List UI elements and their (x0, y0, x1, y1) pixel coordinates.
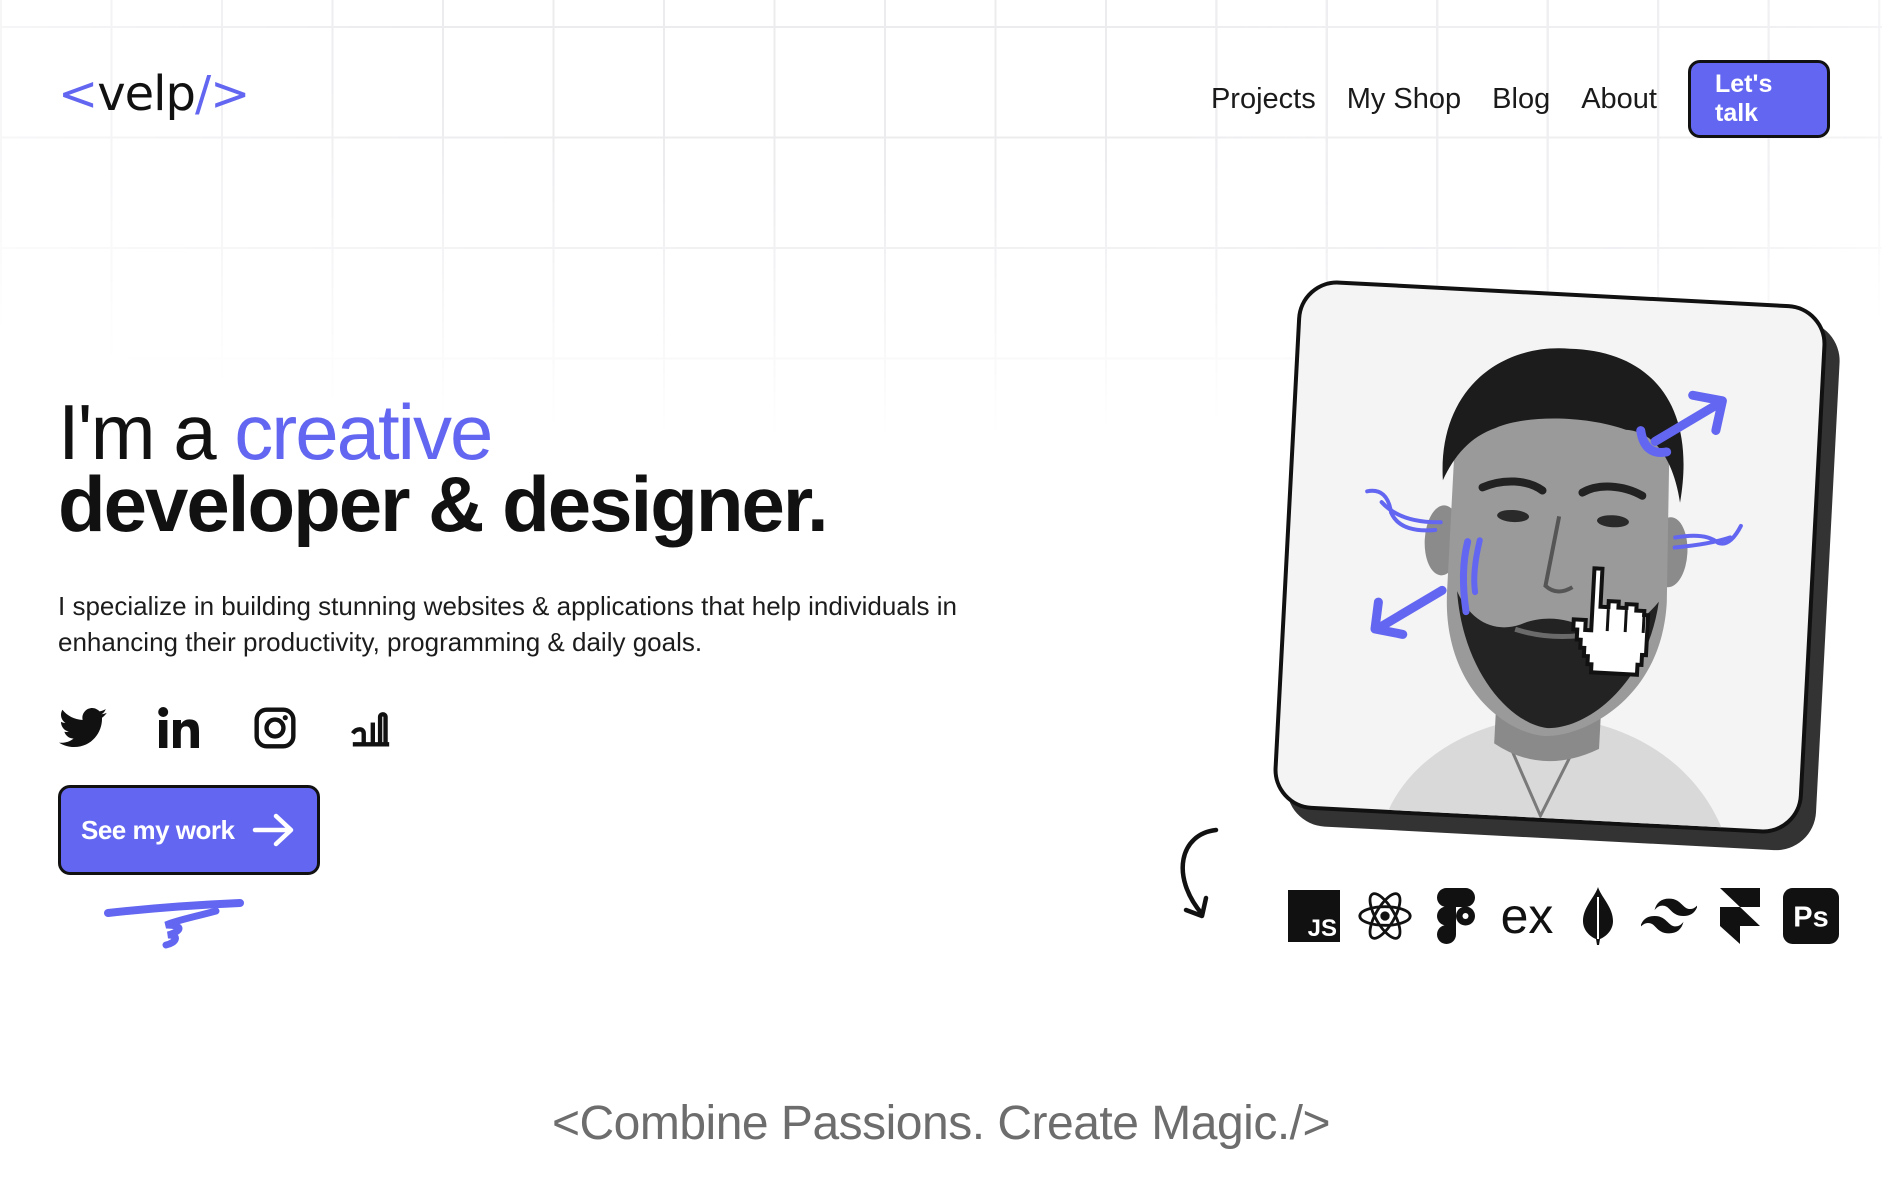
figma-icon (1428, 888, 1484, 944)
mongodb-icon (1570, 887, 1626, 945)
hero-headline: I'm a creative developer & designer. (58, 393, 829, 543)
squiggle-decoration (104, 899, 244, 949)
tech-stack: JS ex Ps (1286, 887, 1854, 945)
see-my-work-button[interactable]: See my work (58, 785, 320, 875)
profile-photo (1271, 278, 1829, 836)
curved-arrow-icon (1180, 827, 1219, 919)
react-icon (1357, 888, 1413, 944)
twitter-icon[interactable] (58, 703, 108, 753)
express-icon: ex (1499, 888, 1555, 944)
express-icon-text: ex (1500, 888, 1554, 944)
logo-text: velp (97, 66, 196, 122)
framer-icon (1712, 888, 1768, 944)
linkedin-icon[interactable] (154, 703, 204, 753)
dev-blog-icon[interactable] (346, 703, 396, 753)
tagline: <Combine Passions. Create Magic./> (551, 1097, 1331, 1150)
logo[interactable]: < velp/> (58, 66, 250, 122)
lets-talk-button[interactable]: Let's talk (1688, 60, 1830, 138)
see-my-work-label: See my work (81, 814, 235, 845)
social-links (58, 703, 442, 753)
photoshop-icon-text: Ps (1793, 902, 1828, 934)
javascript-icon-text: JS (1308, 915, 1337, 942)
headline-line2: developer & designer. (58, 460, 829, 548)
tailwind-icon (1641, 888, 1697, 944)
main-nav: Projects My Shop Blog About Let's talk (1211, 60, 1830, 138)
javascript-icon: JS (1286, 888, 1342, 944)
instagram-icon[interactable] (250, 703, 300, 753)
profile-photo-card (1271, 278, 1842, 853)
nav-blog[interactable]: Blog (1492, 83, 1550, 116)
logo-open-bracket: < (58, 66, 98, 122)
photoshop-icon: Ps (1783, 888, 1839, 944)
hero-description: I specialize in building stunning websit… (58, 591, 957, 657)
logo-close-bracket: /> (194, 66, 250, 122)
nav-about[interactable]: About (1581, 83, 1657, 116)
arrow-right-icon (252, 812, 296, 848)
nav-my-shop[interactable]: My Shop (1347, 83, 1461, 116)
portrait-illustration (1365, 348, 1743, 836)
nav-projects[interactable]: Projects (1211, 83, 1316, 116)
